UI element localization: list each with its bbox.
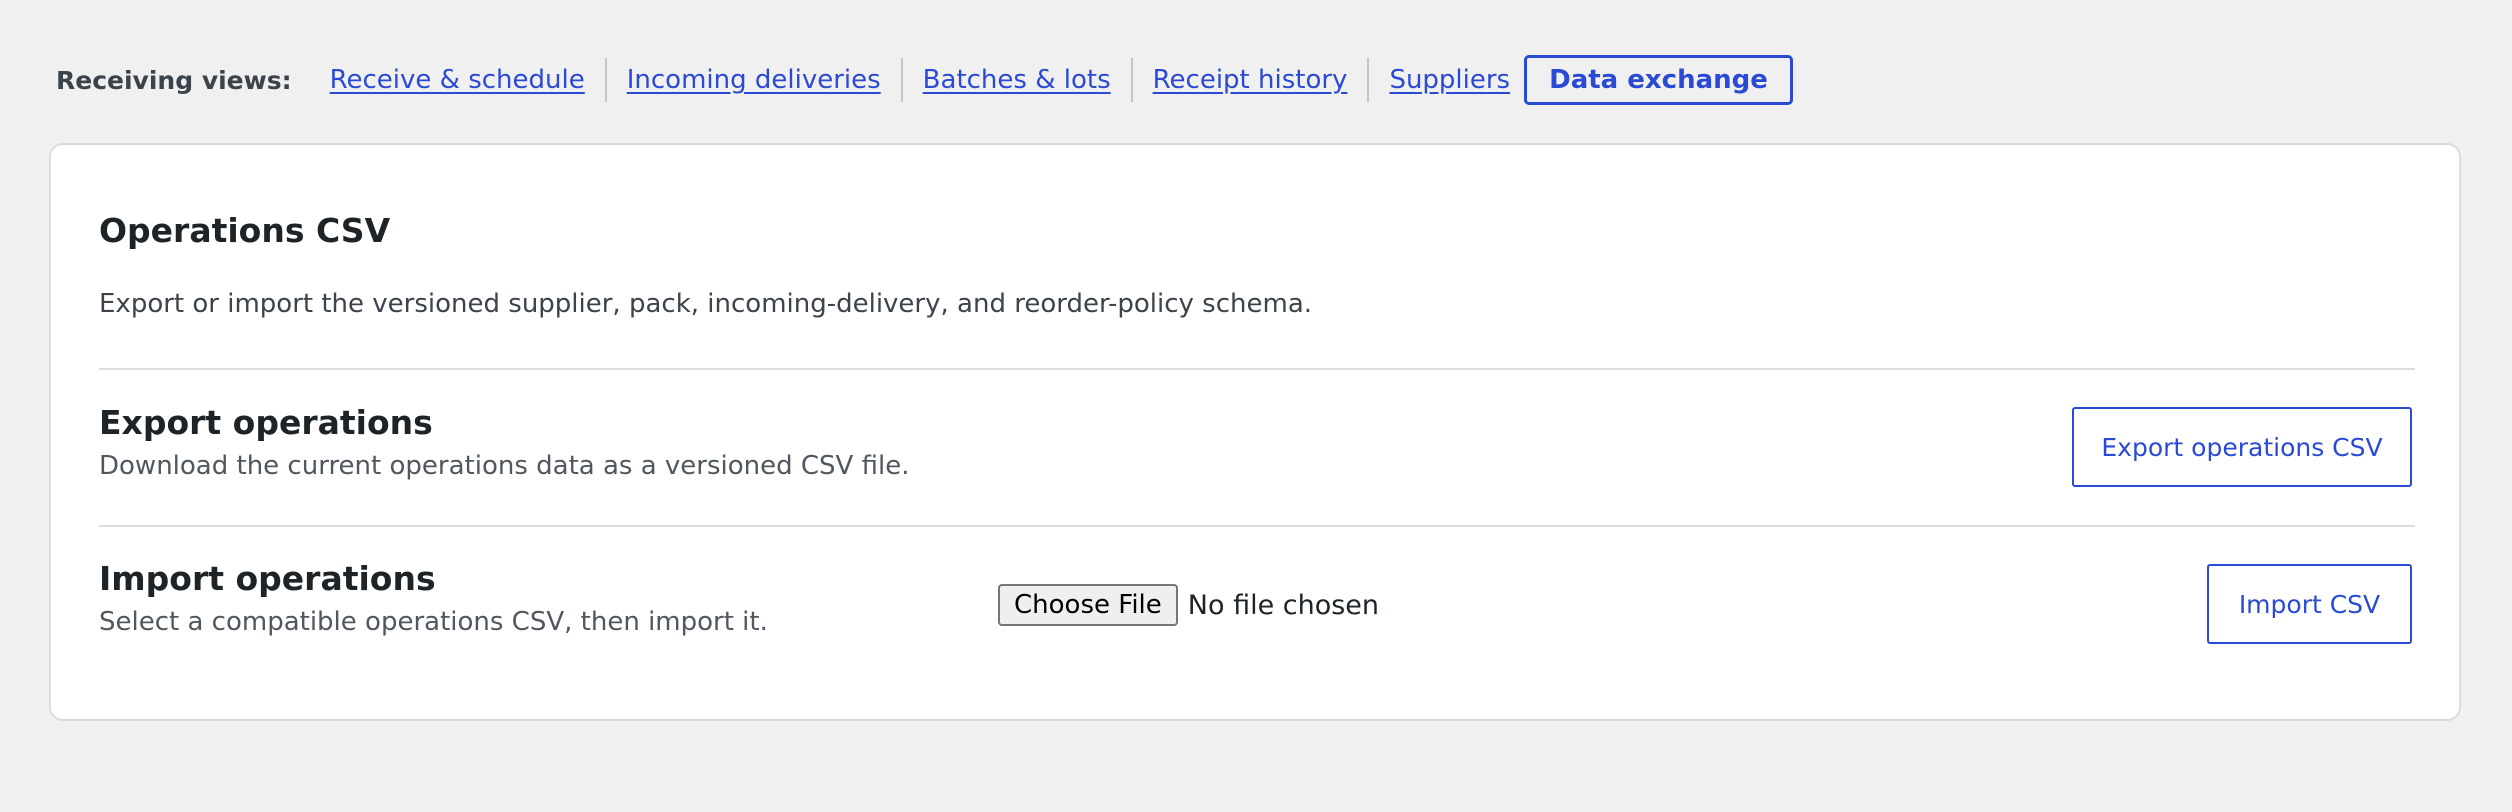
file-picker: Choose File No file chosen	[998, 583, 1379, 627]
nav-separator	[1130, 58, 1133, 102]
card-description: Export or import the versioned supplier,…	[99, 289, 1313, 319]
nav-separator	[604, 58, 607, 102]
card-title: Operations CSV	[99, 211, 391, 250]
view-link-receipt-history[interactable]: Receipt history	[1153, 65, 1348, 95]
section-divider	[99, 368, 2415, 370]
view-link-incoming-deliveries[interactable]: Incoming deliveries	[627, 65, 881, 95]
file-status-text: No file chosen	[1187, 589, 1380, 621]
section-divider	[99, 525, 2415, 527]
receiving-views-nav: Receiving views: Receive & schedule Inco…	[56, 55, 1793, 105]
view-link-suppliers[interactable]: Suppliers	[1389, 65, 1510, 95]
nav-separator	[1367, 58, 1370, 102]
view-link-batches-lots[interactable]: Batches & lots	[923, 65, 1111, 95]
receiving-views-label: Receiving views:	[56, 65, 292, 95]
import-csv-button[interactable]: Import CSV	[2207, 564, 2412, 644]
operations-csv-card: Operations CSV Export or import the vers…	[49, 143, 2461, 721]
view-link-data-exchange-current[interactable]: Data exchange	[1524, 55, 1793, 105]
nav-separator	[900, 58, 903, 102]
import-section-title: Import operations	[99, 559, 436, 598]
view-link-receive-schedule[interactable]: Receive & schedule	[330, 65, 585, 95]
import-section-description: Select a compatible operations CSV, then…	[99, 607, 768, 637]
export-section-title: Export operations	[99, 403, 433, 442]
choose-file-button[interactable]: Choose File	[998, 584, 1178, 626]
export-operations-csv-button[interactable]: Export operations CSV	[2072, 407, 2412, 487]
export-section-description: Download the current operations data as …	[99, 451, 910, 481]
